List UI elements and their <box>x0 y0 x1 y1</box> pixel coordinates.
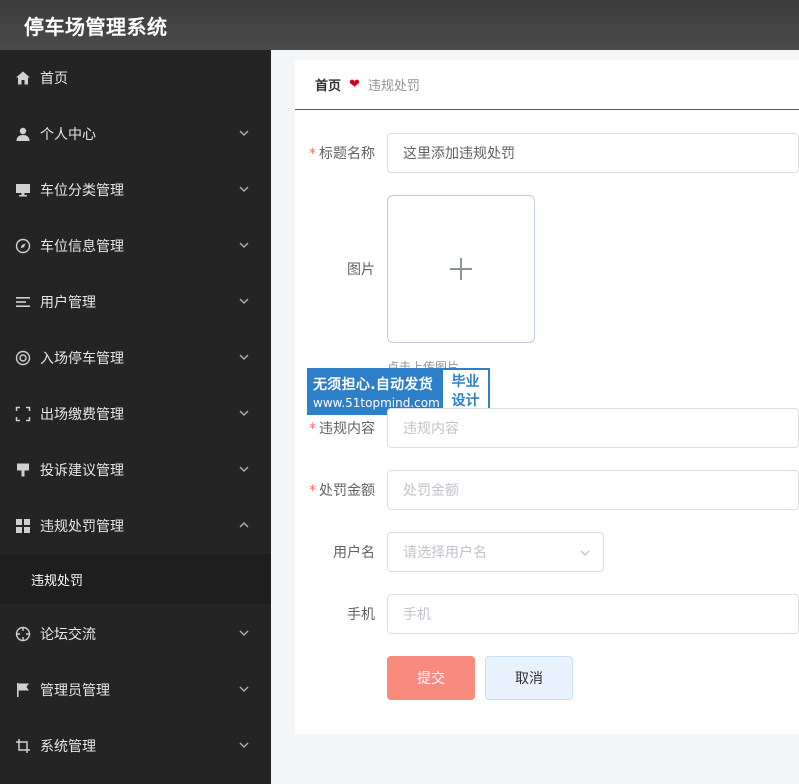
username-label: 用户名 <box>333 545 375 561</box>
chevron-down-icon <box>239 626 249 636</box>
monitor-icon <box>14 181 32 199</box>
sidebar-item-label: 管理员管理 <box>40 683 110 699</box>
stamp-icon <box>14 461 32 479</box>
breadcrumb: 首页 ❤ 违规处罚 <box>295 60 799 110</box>
sidebar: 首页 个人中心 车位分类管理 车位信息管理 用户管理 入场停车管理 出场缴费管理… <box>0 50 271 784</box>
lifebuoy-icon <box>14 349 32 367</box>
chevron-down-icon <box>239 182 249 192</box>
top-bar: 停车场管理系统 <box>0 0 799 50</box>
sidebar-item-entry-parking[interactable]: 入场停车管理 <box>0 330 271 386</box>
chevron-down-icon <box>239 406 249 416</box>
content-input[interactable]: 违规内容 <box>387 408 799 448</box>
sidebar-item-profile[interactable]: 个人中心 <box>0 106 271 162</box>
image-upload[interactable] <box>387 195 535 343</box>
sidebar-item-users[interactable]: 用户管理 <box>0 274 271 330</box>
main-content: 首页 ❤ 违规处罚 * 标题名称 这里添加违规处罚 图片 点击上传图片 无须担心.… <box>295 60 799 734</box>
chevron-down-icon <box>239 682 249 692</box>
title-label: * 标题名称 <box>309 146 375 162</box>
sidebar-item-space-info[interactable]: 车位信息管理 <box>0 218 271 274</box>
chevron-down-icon <box>239 462 249 472</box>
chevron-down-icon <box>239 238 249 248</box>
list-icon <box>14 293 32 311</box>
chevron-down-icon <box>239 738 249 748</box>
sidebar-item-system[interactable]: 系统管理 <box>0 718 271 774</box>
chevron-down-icon <box>239 126 249 136</box>
sidebar-item-complaints[interactable]: 投诉建议管理 <box>0 442 271 498</box>
fullscreen-icon <box>14 405 32 423</box>
flag-icon <box>14 681 32 699</box>
cancel-button[interactable]: 取消 <box>485 656 573 700</box>
sidebar-item-label: 入场停车管理 <box>40 351 124 367</box>
amount-label: * 处罚金额 <box>309 483 375 499</box>
sidebar-item-label: 投诉建议管理 <box>40 463 124 479</box>
image-label: 图片 <box>347 262 375 278</box>
breadcrumb-current: 违规处罚 <box>367 79 420 94</box>
sidebar-item-exit-payment[interactable]: 出场缴费管理 <box>0 386 271 442</box>
watermark-badge: 毕业 设计 <box>443 370 488 413</box>
app-title: 停车场管理系统 <box>24 15 168 39</box>
sidebar-item-label: 出场缴费管理 <box>40 407 124 423</box>
user-icon <box>14 125 32 143</box>
sidebar-item-label: 首页 <box>40 71 68 87</box>
sidebar-item-label: 车位分类管理 <box>40 183 124 199</box>
sidebar-item-label: 个人中心 <box>40 127 96 143</box>
compass-icon <box>14 237 32 255</box>
home-icon <box>14 69 32 87</box>
target-icon <box>14 625 32 643</box>
sidebar-item-admins[interactable]: 管理员管理 <box>0 662 271 718</box>
sidebar-item-label: 论坛交流 <box>40 627 96 643</box>
watermark-line1: 无须担心.自动发货 <box>313 376 434 393</box>
sidebar-item-label: 系统管理 <box>40 739 96 755</box>
sidebar-item-violations[interactable]: 违规处罚管理 <box>0 498 271 554</box>
crop-icon <box>14 737 32 755</box>
sidebar-item-home[interactable]: 首页 <box>0 50 271 106</box>
submenu-item-label: 违规处罚 <box>31 573 84 589</box>
chevron-down-icon <box>239 294 249 304</box>
chevron-down-icon <box>579 547 591 559</box>
sidebar-item-label: 车位信息管理 <box>40 239 124 255</box>
breadcrumb-home[interactable]: 首页 <box>315 75 341 94</box>
plus-icon <box>450 258 472 280</box>
sidebar-item-forum[interactable]: 论坛交流 <box>0 606 271 662</box>
sidebar-item-label: 用户管理 <box>40 295 96 311</box>
chevron-down-icon <box>239 350 249 360</box>
chevron-up-icon <box>239 518 249 528</box>
submit-button[interactable]: 提交 <box>387 656 475 700</box>
phone-label: 手机 <box>347 607 375 623</box>
heart-icon: ❤ <box>349 77 360 92</box>
username-select[interactable]: 请选择用户名 <box>387 532 604 572</box>
submenu-item-violation[interactable]: 违规处罚 <box>0 554 271 604</box>
content-label: * 违规内容 <box>309 421 375 437</box>
phone-input[interactable]: 手机 <box>387 594 799 634</box>
grid-icon <box>14 517 32 535</box>
title-input[interactable]: 这里添加违规处罚 <box>387 133 799 173</box>
amount-input[interactable]: 处罚金额 <box>387 470 799 510</box>
sidebar-item-space-category[interactable]: 车位分类管理 <box>0 162 271 218</box>
sidebar-item-label: 违规处罚管理 <box>40 519 124 535</box>
